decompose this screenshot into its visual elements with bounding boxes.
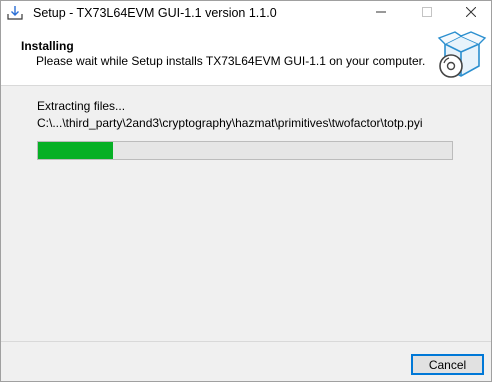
footer-divider	[1, 341, 491, 342]
setup-window: Setup - TX73L64EVM GUI-1.1 version 1.1.0…	[0, 0, 492, 382]
progress-fill	[38, 142, 113, 159]
maximize-button[interactable]	[405, 1, 449, 25]
title-bar[interactable]: Setup - TX73L64EVM GUI-1.1 version 1.1.0	[1, 1, 491, 25]
page-description: Please wait while Setup installs TX73L64…	[36, 54, 426, 68]
maximize-icon	[422, 6, 432, 20]
close-button[interactable]	[449, 1, 492, 25]
install-progress-bar	[37, 141, 453, 160]
minimize-icon	[376, 6, 386, 20]
cancel-button[interactable]: Cancel	[411, 354, 484, 375]
minimize-button[interactable]	[359, 1, 403, 25]
page-title: Installing	[21, 39, 74, 53]
status-label: Extracting files...	[37, 99, 126, 113]
setup-box-disc-icon	[435, 30, 487, 82]
current-file-path: C:\...\third_party\2and3\cryptography\ha…	[37, 116, 423, 130]
close-icon	[465, 6, 477, 20]
window-title: Setup - TX73L64EVM GUI-1.1 version 1.1.0	[33, 6, 277, 20]
installer-download-icon	[6, 4, 24, 22]
wizard-header: Installing Please wait while Setup insta…	[1, 25, 491, 86]
